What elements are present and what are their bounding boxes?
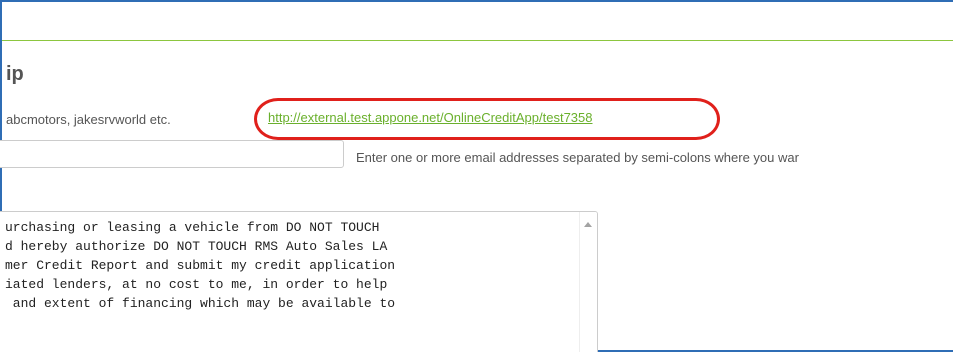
disclosure-line: urchasing or leasing a vehicle from DO N… [5, 220, 380, 235]
email-addresses-input[interactable] [0, 140, 344, 168]
email-help-text: Enter one or more email addresses separa… [356, 150, 799, 165]
screenshot-frame: ip abcmotors, jakesrvworld etc. http://e… [0, 0, 953, 352]
section-title: ip [6, 63, 24, 85]
disclosure-scrollbar[interactable] [579, 212, 597, 352]
disclosure-textarea[interactable]: urchasing or leasing a vehicle from DO N… [0, 211, 598, 352]
disclosure-text: urchasing or leasing a vehicle from DO N… [5, 218, 395, 313]
disclosure-line: d hereby authorize DO NOT TOUCH RMS Auto… [5, 239, 388, 254]
disclosure-line: mer Credit Report and submit my credit a… [5, 258, 396, 273]
section-divider [2, 40, 953, 41]
disclosure-line: and extent of financing which may be ava… [5, 296, 396, 311]
scroll-up-arrow-icon[interactable] [584, 222, 592, 227]
disclosure-line: iated lenders, at no cost to me, in orde… [5, 277, 388, 292]
highlight-annotation-oval [254, 98, 720, 140]
frame-border-top [0, 0, 953, 2]
share-link-hint: abcmotors, jakesrvworld etc. [6, 112, 171, 127]
